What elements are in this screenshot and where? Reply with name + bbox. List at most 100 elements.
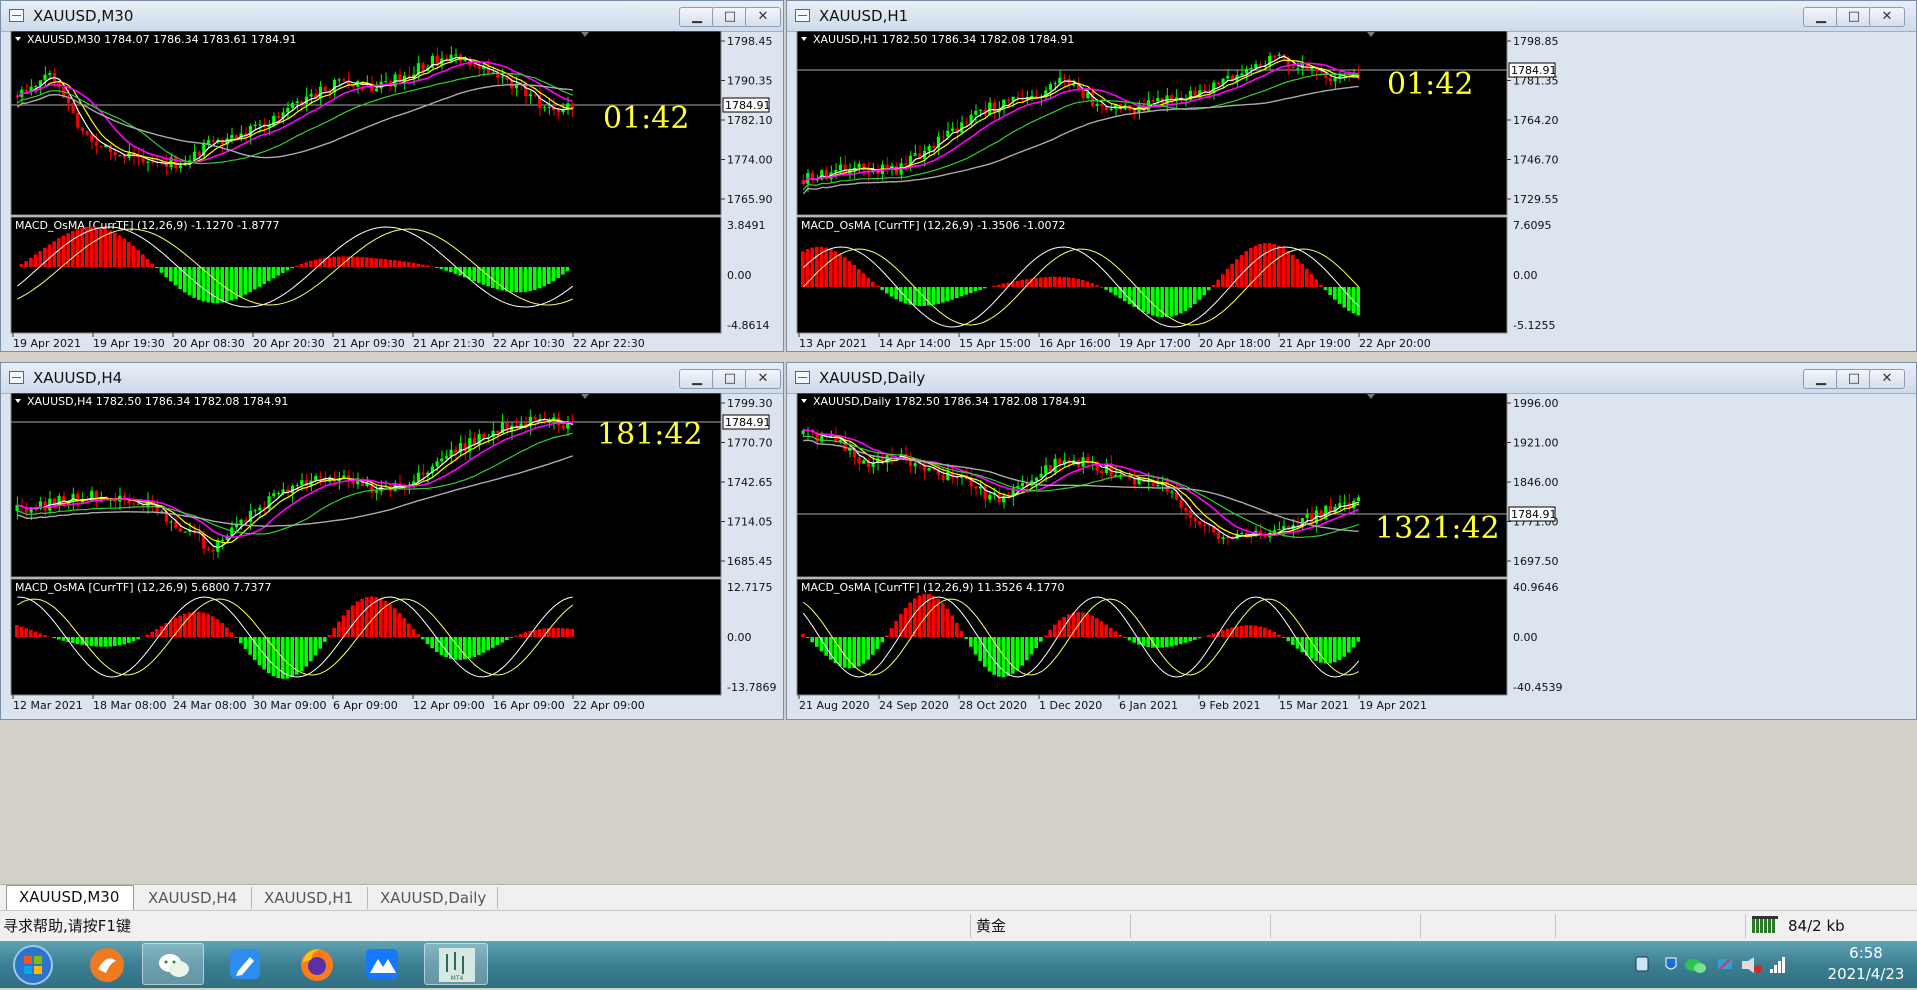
window-titlebar[interactable]: XAUUSD,H4 ▁ □ ✕: [1, 363, 783, 394]
close-icon[interactable]: ✕: [745, 369, 781, 389]
tab-xauusd-m30[interactable]: XAUUSD,M30: [6, 885, 134, 910]
clock-date[interactable]: 2021/4/23: [1816, 965, 1916, 983]
chart-window-h1[interactable]: XAUUSD,H1 ▁ □ ✕ XAUUSD,H1 1782.50 1786.3…: [786, 0, 1917, 352]
clock-time[interactable]: 6:58: [1816, 944, 1916, 962]
price-tick-label: 1714.05: [727, 516, 773, 529]
price-tick-label: 1799.30: [727, 397, 773, 410]
tab-xauusd-daily[interactable]: XAUUSD,Daily: [368, 887, 498, 909]
tab-xauusd-h4[interactable]: XAUUSD,H4: [136, 887, 252, 909]
price-tick-label: 1798.85: [1513, 35, 1559, 48]
time-tick-label: 28 Oct 2020: [959, 699, 1027, 712]
status-symbol: 黄金: [976, 915, 1006, 937]
time-tick-label: 22 Apr 22:30: [573, 337, 645, 350]
window-titlebar[interactable]: XAUUSD,M30 ▁ □ ✕: [1, 1, 783, 32]
price-tick-label: 1685.45: [727, 555, 773, 568]
time-tick-label: 6 Apr 09:00: [333, 699, 398, 712]
minimize-icon[interactable]: ▁: [679, 7, 715, 27]
status-bar: 寻求帮助,请按F1键 黄金 84/2 kb: [0, 910, 1917, 942]
time-tick-label: 9 Feb 2021: [1199, 699, 1260, 712]
time-tick-label: 21 Apr 21:30: [413, 337, 485, 350]
chart-window-icon: [795, 371, 810, 384]
window-titlebar[interactable]: XAUUSD,Daily ▁ □ ✕: [787, 363, 1916, 394]
time-tick-label: 14 Apr 14:00: [879, 337, 951, 350]
time-tick-label: 30 Mar 09:00: [253, 699, 326, 712]
time-tick-label: 19 Apr 19:30: [93, 337, 165, 350]
time-tick-label: 22 Apr 09:00: [573, 699, 645, 712]
time-tick-label: 19 Apr 17:00: [1119, 337, 1191, 350]
firefox-icon[interactable]: [286, 943, 348, 985]
macd-tick-label: -40.4539: [1513, 681, 1562, 694]
lark-app-icon[interactable]: [352, 943, 414, 985]
wechat-icon[interactable]: [142, 943, 204, 985]
app-orange-icon[interactable]: [76, 943, 138, 985]
price-tick-label: 1697.50: [1513, 555, 1559, 568]
macd-tick-label: -5.1255: [1513, 319, 1555, 332]
tray-icons: [1636, 957, 1785, 973]
chart-window-icon: [9, 371, 24, 384]
window-title: XAUUSD,H4: [33, 369, 122, 387]
maximize-icon[interactable]: □: [712, 7, 748, 27]
macd-tick-label: 0.00: [727, 631, 752, 644]
macd-tick-label: 3.8491: [727, 219, 766, 232]
time-tick-label: 15 Mar 2021: [1279, 699, 1349, 712]
tab-xauusd-h1[interactable]: XAUUSD,H1: [252, 887, 368, 909]
price-tick-label: 1770.70: [727, 437, 773, 450]
price-tick-label: 1798.45: [727, 35, 773, 48]
time-tick-label: 16 Apr 09:00: [493, 699, 565, 712]
maximize-icon[interactable]: □: [712, 369, 748, 389]
price-tick-label: 1746.70: [1513, 154, 1559, 167]
macd-tick-label: -13.7869: [727, 681, 776, 694]
price-tick-label: 1774.00: [727, 154, 773, 167]
macd-indicator-label: MACD_OsMA [CurrTF] (12,26,9) 11.3526 4.1…: [801, 581, 1065, 594]
close-icon[interactable]: ✕: [1869, 7, 1905, 27]
minimize-icon[interactable]: ▁: [1803, 7, 1839, 27]
candle-timer: 181:42: [597, 417, 703, 452]
price-chart[interactable]: XAUUSD,M30 1784.07 1786.34 1783.61 1784.…: [1, 31, 785, 353]
status-help-text: 寻求帮助,请按F1键: [3, 915, 131, 937]
time-tick-label: 20 Apr 18:00: [1199, 337, 1271, 350]
window-title: XAUUSD,H1: [819, 7, 908, 25]
time-tick-label: 18 Mar 08:00: [93, 699, 166, 712]
window-title: XAUUSD,M30: [33, 7, 133, 25]
macd-tick-label: 0.00: [727, 269, 752, 282]
time-tick-label: 20 Apr 20:30: [253, 337, 325, 350]
price-tick-label: 1790.35: [727, 75, 773, 88]
chart-window-h4[interactable]: XAUUSD,H4 ▁ □ ✕ XAUUSD,H4 1782.50 1786.3…: [0, 362, 784, 720]
maximize-icon[interactable]: □: [1836, 7, 1872, 27]
minimize-icon[interactable]: ▁: [679, 369, 715, 389]
windows-start-icon[interactable]: [2, 943, 60, 985]
macd-indicator-label: MACD_OsMA [CurrTF] (12,26,9) 5.6800 7.73…: [15, 581, 272, 594]
price-tick-label: 1764.20: [1513, 114, 1559, 127]
time-tick-label: 6 Jan 2021: [1119, 699, 1178, 712]
time-tick-label: 13 Apr 2021: [799, 337, 867, 350]
chart-info-label: XAUUSD,H4 1782.50 1786.34 1782.08 1784.9…: [27, 395, 288, 408]
time-tick-label: 22 Apr 10:30: [493, 337, 565, 350]
chart-window-m30[interactable]: XAUUSD,M30 ▁ □ ✕ XAUUSD,M30 1784.07 1786…: [0, 0, 784, 352]
notes-app-icon[interactable]: [214, 943, 276, 985]
time-tick-label: 19 Apr 2021: [13, 337, 81, 350]
time-tick-label: 24 Mar 08:00: [173, 699, 246, 712]
time-tick-label: 12 Mar 2021: [13, 699, 83, 712]
current-price-label: 1784.91: [1511, 64, 1557, 77]
close-icon[interactable]: ✕: [745, 7, 781, 27]
macd-tick-label: 40.9646: [1513, 581, 1559, 594]
chart-window-icon: [9, 9, 24, 22]
metatrader-app-icon[interactable]: MT4: [424, 943, 488, 985]
maximize-icon[interactable]: □: [1836, 369, 1872, 389]
candle-timer: 01:42: [1387, 67, 1473, 102]
candle-timer: 1321:42: [1375, 511, 1500, 546]
window-titlebar[interactable]: XAUUSD,H1 ▁ □ ✕: [787, 1, 1916, 32]
close-icon[interactable]: ✕: [1869, 369, 1905, 389]
chart-window-daily[interactable]: XAUUSD,Daily ▁ □ ✕ XAUUSD,Daily 1782.50 …: [786, 362, 1917, 720]
time-tick-label: 21 Apr 19:00: [1279, 337, 1351, 350]
macd-indicator-label: MACD_OsMA [CurrTF] (12,26,9) -1.3506 -1.…: [801, 219, 1065, 232]
time-tick-label: 12 Apr 09:00: [413, 699, 485, 712]
minimize-icon[interactable]: ▁: [1803, 369, 1839, 389]
price-chart[interactable]: XAUUSD,H1 1782.50 1786.34 1782.08 1784.9…: [787, 31, 1917, 353]
price-tick-label: 1765.90: [727, 193, 773, 206]
chart-info-label: XAUUSD,M30 1784.07 1786.34 1783.61 1784.…: [27, 33, 297, 46]
macd-panel: [11, 217, 721, 333]
price-chart[interactable]: XAUUSD,Daily 1782.50 1786.34 1782.08 178…: [787, 393, 1917, 721]
status-traffic: 84/2 kb: [1788, 915, 1845, 937]
price-tick-label: 1846.00: [1513, 476, 1559, 489]
